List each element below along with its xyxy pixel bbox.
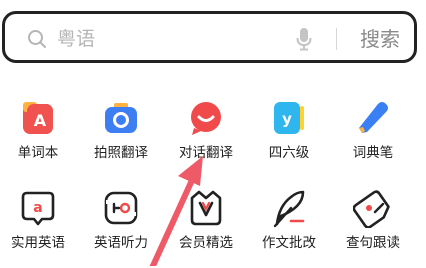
svg-text:y: y: [282, 110, 292, 128]
vip-icon: [190, 190, 222, 226]
search-button[interactable]: 搜索: [360, 26, 400, 52]
listening-icon: [104, 191, 138, 225]
search-divider: [336, 28, 337, 50]
tool-label: 英语听力: [94, 235, 148, 251]
tool-label: 拍照翻译: [94, 145, 148, 161]
search-icon: [28, 30, 46, 48]
svg-text:a: a: [33, 200, 42, 216]
tool-practical-english[interactable]: a 实用英语: [0, 188, 78, 268]
tool-label: 对话翻译: [179, 145, 233, 161]
tool-label: 四六级: [268, 145, 310, 161]
microphone-icon[interactable]: [296, 27, 312, 51]
essay-icon: [273, 190, 305, 228]
tool-sentence-read-along[interactable]: 查句跟读: [333, 188, 413, 268]
search-bar[interactable]: 粤语 搜索: [2, 11, 417, 63]
tool-label: 词典笔: [352, 145, 394, 161]
pen-icon: [359, 102, 388, 133]
practical-english-icon: a: [21, 191, 55, 226]
svg-text:A: A: [34, 111, 47, 130]
tool-label: 作文批改: [262, 235, 316, 251]
tool-label: 查句跟读: [346, 235, 400, 251]
tool-dictionary-pen[interactable]: 词典笔: [333, 98, 413, 178]
dialogue-icon: [191, 102, 221, 135]
tool-label: 实用英语: [11, 235, 65, 251]
tool-cet[interactable]: y 四六级: [249, 98, 329, 178]
tool-vip-selection[interactable]: 会员精选: [166, 188, 246, 268]
tool-label: 单词本: [17, 145, 59, 161]
tool-english-listening[interactable]: 英语听力: [81, 188, 161, 268]
read-along-icon: [353, 190, 390, 228]
tool-label: 会员精选: [179, 235, 233, 251]
cet-icon: y: [274, 102, 304, 134]
tool-photo-translate[interactable]: 拍照翻译: [81, 98, 161, 178]
tool-wordbook[interactable]: A 单词本: [0, 98, 78, 178]
wordbook-icon: A: [23, 102, 53, 134]
tool-essay-correction[interactable]: 作文批改: [249, 188, 329, 268]
search-input[interactable]: 粤语: [57, 27, 95, 51]
tool-dialogue-translate[interactable]: 对话翻译: [166, 98, 246, 178]
camera-icon: [105, 103, 137, 133]
